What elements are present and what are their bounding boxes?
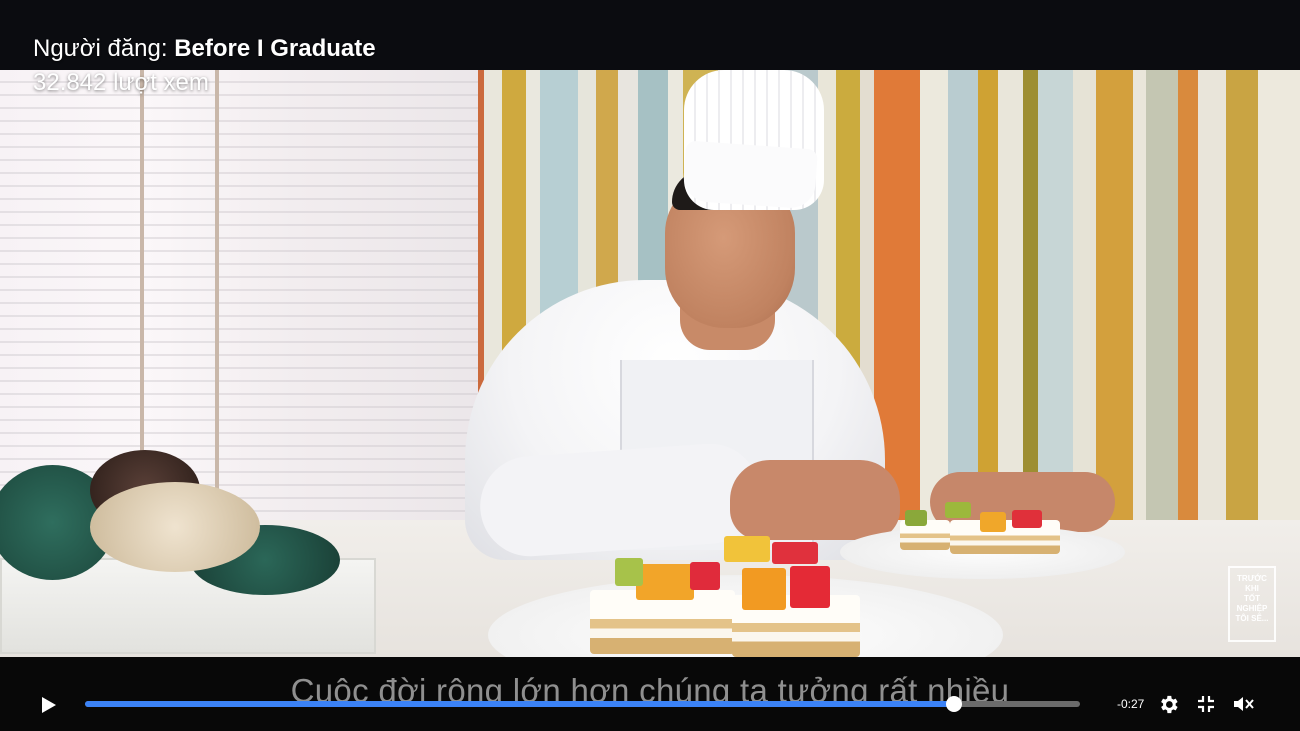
time-remaining: -0:27 bbox=[1117, 697, 1145, 711]
progress-fill bbox=[85, 701, 954, 707]
uploader-label: Người đăng: Before I Graduate bbox=[33, 35, 376, 63]
dried-flower bbox=[90, 482, 260, 572]
exit-fullscreen-icon[interactable] bbox=[1196, 694, 1216, 714]
view-count: 32.842 lượt xem bbox=[33, 69, 209, 96]
gear-icon[interactable] bbox=[1157, 693, 1180, 716]
chef-hand bbox=[730, 460, 900, 540]
play-icon[interactable] bbox=[42, 697, 56, 713]
muted-speaker-icon[interactable] bbox=[1233, 694, 1255, 714]
uploader-prefix: Người đăng: bbox=[33, 35, 175, 62]
video-frame[interactable]: TRƯỚC KHI TỐT NGHIỆP TÔI SẼ... bbox=[0, 70, 1300, 657]
channel-watermark-logo: TRƯỚC KHI TỐT NGHIỆP TÔI SẼ... bbox=[1228, 566, 1276, 642]
uploader-name-link[interactable]: Before I Graduate bbox=[174, 35, 375, 62]
progress-thumb[interactable] bbox=[945, 696, 962, 712]
